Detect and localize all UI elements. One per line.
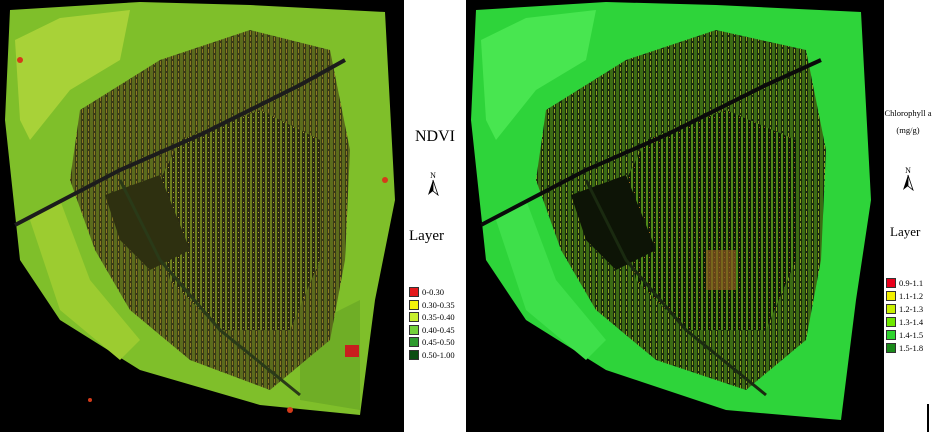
ndvi-legend: 0-0.30 0.30-0.35 0.35-0.40 0.40-0.45 0.4…	[409, 286, 455, 361]
legend-item: 1.4-1.5	[886, 328, 923, 341]
ndvi-title: NDVI	[415, 128, 455, 145]
legend-label: 0.45-0.50	[422, 337, 455, 348]
ndvi-map-image	[5, 2, 395, 415]
legend-swatch	[886, 316, 896, 327]
legend-item: 1.1-1.2	[886, 289, 923, 302]
legend-swatch	[409, 312, 419, 323]
ndvi-layer-label: Layer	[409, 228, 444, 244]
legend-label: 1.3-1.4	[899, 316, 924, 327]
north-label: N	[905, 166, 911, 175]
ndvi-panel: NDVI N Layer 0-0.30 0.30-0.35 0.35-0.40 …	[0, 0, 466, 432]
legend-swatch	[886, 290, 896, 301]
chlorophyll-unit: (mg/g)	[896, 125, 920, 135]
legend-item: 0-0.30	[409, 286, 455, 299]
legend-swatch	[409, 324, 419, 335]
ndvi-map	[0, 0, 404, 432]
legend-label: 1.2-1.3	[899, 303, 924, 314]
legend-item: 1.3-1.4	[886, 315, 923, 328]
north-arrow-icon: N	[428, 171, 439, 196]
legend-label: 0.35-0.40	[422, 312, 455, 323]
chlorophyll-panel: Chlorophyll a (mg/g) N Layer 0.9-1.1 1.1…	[466, 0, 932, 432]
legend-item: 0.40-0.45	[409, 324, 455, 337]
legend-swatch	[409, 337, 419, 348]
scale-bar	[927, 404, 929, 432]
legend-item: 0.9-1.1	[886, 276, 923, 289]
north-label: N	[430, 171, 436, 180]
legend-swatch	[886, 303, 896, 314]
legend-label: 0.9-1.1	[899, 277, 924, 288]
legend-swatch	[409, 349, 419, 360]
chlorophyll-map	[466, 0, 884, 432]
legend-swatch	[886, 342, 896, 353]
chlorophyll-legend-panel: Chlorophyll a (mg/g) N Layer 0.9-1.1 1.1…	[884, 0, 932, 432]
chlorophyll-map-image	[471, 2, 871, 420]
legend-swatch	[886, 329, 896, 340]
chlorophyll-legend: 0.9-1.1 1.1-1.2 1.2-1.3 1.3-1.4 1.4-1.5 …	[886, 276, 923, 354]
legend-item: 0.50-1.00	[409, 349, 455, 362]
legend-label: 1.1-1.2	[899, 290, 924, 301]
chlorophyll-layer-label: Layer	[890, 224, 921, 239]
legend-label: 1.4-1.5	[899, 329, 924, 340]
legend-item: 0.35-0.40	[409, 311, 455, 324]
legend-item: 1.2-1.3	[886, 302, 923, 315]
legend-label: 0-0.30	[422, 287, 444, 298]
legend-item: 1.5-1.8	[886, 341, 923, 354]
legend-swatch	[409, 299, 419, 310]
legend-label: 1.5-1.8	[899, 342, 924, 353]
chlorophyll-title: Chlorophyll a	[884, 108, 932, 118]
legend-swatch	[409, 287, 419, 298]
north-arrow-icon: N	[903, 166, 914, 191]
legend-label: 0.40-0.45	[422, 324, 455, 335]
ndvi-legend-panel: NDVI N Layer 0-0.30 0.30-0.35 0.35-0.40 …	[404, 0, 466, 432]
legend-item: 0.45-0.50	[409, 336, 455, 349]
legend-label: 0.30-0.35	[422, 299, 455, 310]
legend-label: 0.50-1.00	[422, 349, 455, 360]
legend-item: 0.30-0.35	[409, 299, 455, 312]
legend-swatch	[886, 277, 896, 288]
